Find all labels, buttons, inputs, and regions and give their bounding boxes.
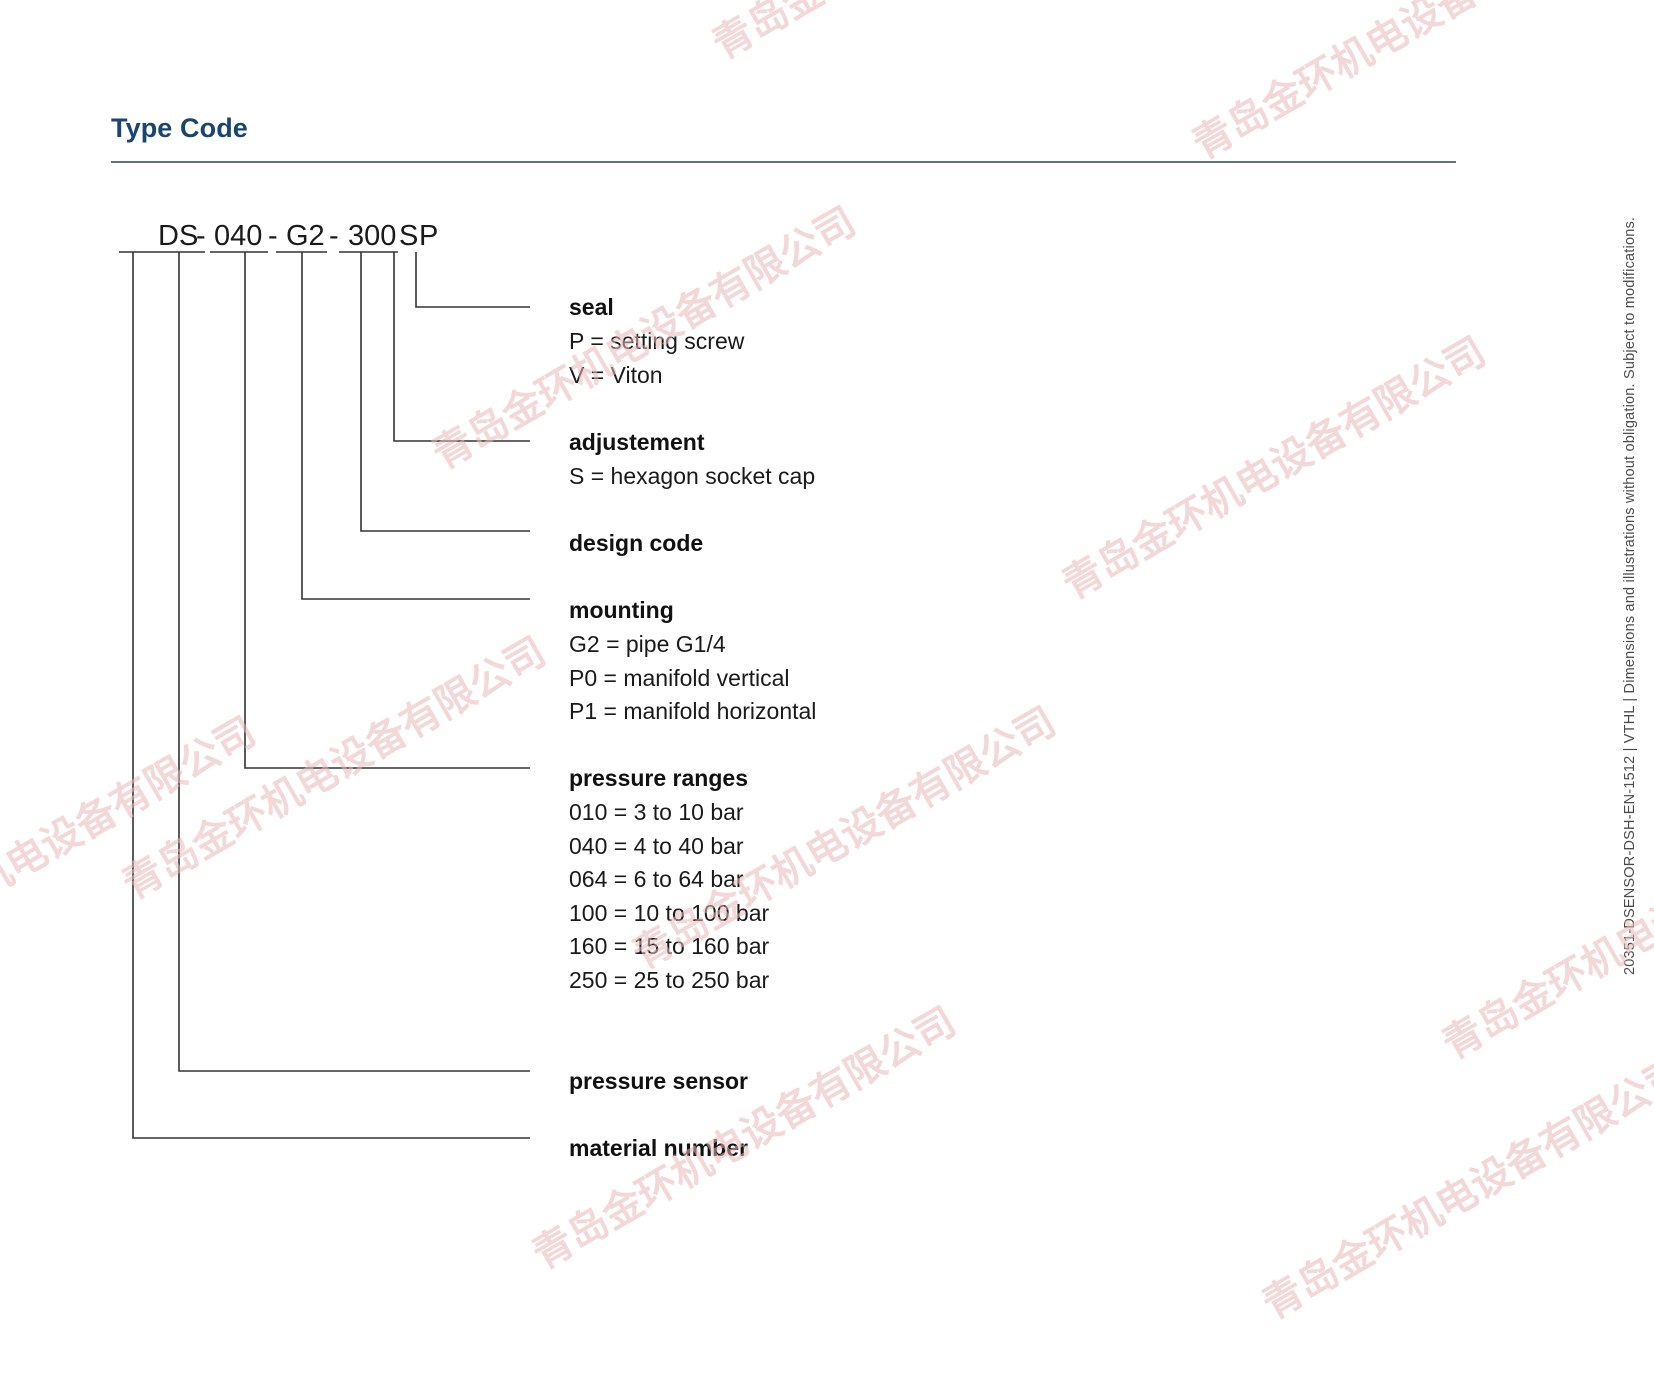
type-code-segment: DS (158, 220, 198, 252)
leader-line-material-number (132, 252, 530, 1139)
leader-line-mounting (301, 252, 530, 600)
watermark-text: 青岛金环机电设备有限公司 (1435, 788, 1654, 1069)
type-code-segment: - (196, 220, 206, 252)
label-option: V = Viton (569, 361, 663, 388)
label-group-pressure-sensor: pressure sensor (569, 1065, 1269, 1098)
label-group-pressure-ranges: pressure ranges 010 = 3 to 10 bar 040 = 4 … (569, 762, 1269, 997)
label-option-list: G2 = pipe G1/4 P0 = manifold vertical P1 =… (569, 628, 1269, 729)
label-option: P1 = manifold horizontal (569, 698, 817, 724)
document-imprint: 20351-DSENSOR-DSH-EN-1512 | VTHL | Dimen… (1622, 216, 1638, 975)
type-code-segment: - (329, 220, 339, 252)
page-canvas: Type Code DS -040- G2-300 S P seal P = settin… (0, 0, 1654, 1375)
label-title: material number (569, 1135, 748, 1161)
label-option: S = hexagon socket cap (569, 463, 816, 489)
label-title: seal (569, 294, 614, 320)
label-option-list: P = setting screw V = Viton (569, 325, 1269, 392)
leader-lines (132, 252, 530, 1139)
label-option: 064 = 6 to 64 bar (569, 866, 744, 892)
label-title: adjustement (569, 429, 705, 455)
watermark-text: 青岛金环机电设备有限公司 (115, 628, 554, 909)
label-option-list: 010 = 3 to 10 bar 040 = 4 to 40 bar 064 = … (569, 796, 1269, 997)
type-code-segment: G2 (286, 220, 325, 252)
label-title: mounting (569, 597, 674, 623)
leader-line-design-code (360, 252, 530, 532)
label-option: 250 = 25 to 250 bar (569, 966, 770, 993)
label-option-list: S = hexagon socket cap (569, 460, 1269, 494)
type-code-segment: S (399, 220, 418, 252)
label-option: 010 = 3 to 10 bar (569, 799, 744, 825)
type-code-segment: - (268, 220, 278, 252)
type-code-string: DS- 040- G2-300 S P (158, 220, 438, 252)
watermark-text: 青岛金环机电设备有限公司 (1255, 1048, 1654, 1329)
label-group-seal: seal P = setting screw V = Viton (569, 291, 1269, 392)
leader-line-pressure-ranges (244, 252, 530, 769)
label-title: pressure ranges (569, 765, 748, 791)
leader-line-adjustement (393, 252, 530, 442)
label-option: P0 = manifold vertical (569, 664, 790, 691)
label-option: 040 = 4 to 40 bar (569, 832, 744, 859)
label-title: pressure sensor (569, 1068, 748, 1094)
watermark-text: 青岛金环机电设备有限公司 (0, 708, 264, 989)
label-group-mounting: mounting G2 = pipe G1/4 P0 = manifold vert… (569, 594, 1269, 729)
label-option: 100 = 10 to 100 bar (569, 899, 770, 926)
leader-line-seal (415, 252, 530, 308)
label-group-adjustement: adjustement S = hexagon socket cap (569, 426, 1269, 494)
type-code-segment: 300 (348, 220, 396, 252)
label-group-material-number: material number (569, 1132, 1269, 1165)
label-group-design-code: design code (569, 527, 1269, 560)
label-option: G2 = pipe G1/4 (569, 631, 726, 657)
label-title: design code (569, 530, 704, 556)
leader-line-pressure-sensor (178, 252, 530, 1072)
label-option: P = setting screw (569, 328, 745, 354)
label-column: seal P = setting screw V = Viton adjustemen… (569, 0, 1269, 1375)
page-title: Type Code (111, 113, 248, 143)
label-option: 160 = 15 to 160 bar (569, 933, 770, 959)
type-code-segment: 040 (214, 220, 262, 252)
type-code-segment: P (419, 220, 438, 252)
